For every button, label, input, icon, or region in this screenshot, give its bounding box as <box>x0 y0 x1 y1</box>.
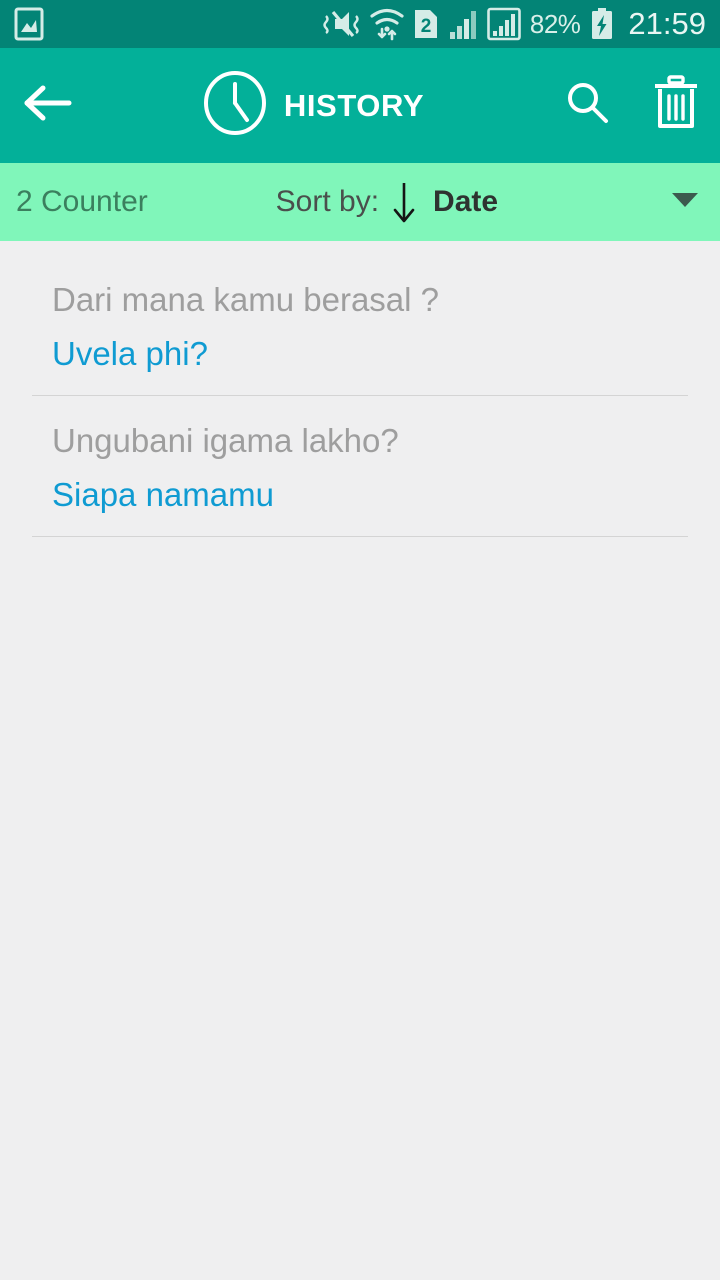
app-bar-title-group: HISTORY <box>82 70 544 141</box>
clock-icon <box>202 70 268 141</box>
sim2-icon: 2 <box>413 7 439 41</box>
caret-down-icon <box>670 190 700 215</box>
vibrate-mute-icon <box>321 7 361 41</box>
translation-target-text: Siapa namamu <box>52 475 274 513</box>
status-bar: 2 82% 21:59 <box>0 0 720 48</box>
history-entry: Dari mana kamu berasal ? Uvela phi? <box>0 255 720 396</box>
history-list: Dari mana kamu berasal ? Uvela phi? Ungu… <box>0 241 720 537</box>
translation-target-text: Uvela phi? <box>52 334 208 372</box>
search-icon <box>563 78 613 133</box>
counter-label: 2 Counter <box>16 185 148 218</box>
signal-bars-1-icon <box>448 7 478 41</box>
status-bar-icons: 2 82% 21:59 <box>321 6 706 42</box>
arrow-left-icon <box>21 81 75 130</box>
history-entry: Ungubani igama lakho? Siapa namamu <box>0 396 720 537</box>
list-item[interactable]: Dari mana kamu berasal ? Uvela phi? <box>0 255 720 395</box>
arrow-down-icon[interactable] <box>391 178 417 226</box>
trash-icon <box>650 74 702 137</box>
sort-selector[interactable]: Sort by: Date <box>276 178 498 226</box>
translation-source-text: Dari mana kamu berasal ? <box>52 281 440 318</box>
status-bar-clock: 21:59 <box>628 6 706 41</box>
battery-charging-icon <box>589 7 615 41</box>
signal-bars-2-icon <box>487 7 521 41</box>
page-title: HISTORY <box>283 87 425 123</box>
app-bar: HISTORY <box>0 48 720 163</box>
status-bar-notifications <box>14 7 44 41</box>
app-bar-actions <box>544 48 720 163</box>
list-item[interactable]: Ungubani igama lakho? Siapa namamu <box>0 396 720 536</box>
sort-by-label: Sort by: <box>275 185 380 218</box>
screenshot-image-icon <box>14 7 44 41</box>
list-divider <box>32 535 688 537</box>
sort-bar: 2 Counter Sort by: Date <box>0 163 720 241</box>
sort-value-label: Date <box>433 185 499 218</box>
delete-button[interactable] <box>632 48 720 163</box>
battery-percent-label: 82% <box>529 8 581 39</box>
wifi-data-transfer-icon <box>370 7 404 41</box>
sort-dropdown-button[interactable] <box>626 190 700 215</box>
history-screen: 2 82% 21:59 HISTORY 2 Counter Sort by: D… <box>0 0 720 1280</box>
translation-source-text: Ungubani igama lakho? <box>52 421 399 459</box>
search-button[interactable] <box>544 48 632 163</box>
svg-text:2: 2 <box>421 16 432 37</box>
